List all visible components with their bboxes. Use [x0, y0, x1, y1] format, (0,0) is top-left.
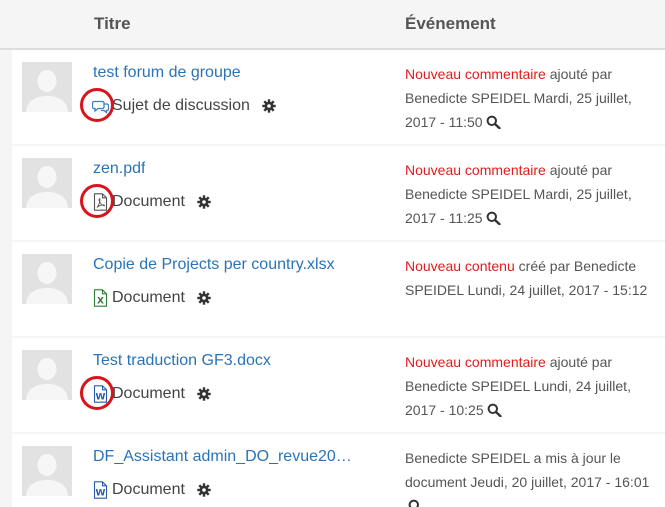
- table-row: zen.pdf Document Nouveau commentaire ajout…: [12, 146, 665, 240]
- word-file-icon: W: [92, 481, 109, 499]
- avatar[interactable]: [22, 158, 72, 208]
- gear-icon[interactable]: [262, 99, 276, 113]
- item-type: W Document: [92, 480, 211, 500]
- highlight-circle: [80, 88, 114, 122]
- event-description: Nouveau commentaire ajouté par Benedicte…: [405, 158, 660, 230]
- highlight-circle: [80, 376, 114, 410]
- table-row: Test traduction GF3.docx W Document Nouveau…: [12, 338, 665, 432]
- item-type-label: Document: [112, 289, 185, 306]
- avatar[interactable]: [22, 350, 72, 400]
- item-type: Sujet de discussion: [91, 96, 276, 116]
- avatar[interactable]: [22, 62, 72, 112]
- item-title-link[interactable]: Copie de Projects per country.xlsx: [93, 256, 335, 274]
- event-type: Nouveau contenu: [405, 258, 515, 274]
- activity-page: Titre Événement test forum de groupe Suje…: [0, 0, 665, 507]
- svg-text:W: W: [96, 489, 106, 499]
- gear-icon[interactable]: [197, 195, 211, 209]
- search-icon[interactable]: [408, 496, 423, 507]
- table-row: Copie de Projects per country.xlsx X Docum…: [12, 242, 665, 336]
- item-type-label: Document: [112, 385, 185, 402]
- item-title-link[interactable]: zen.pdf: [93, 160, 145, 178]
- excel-file-icon: X: [92, 289, 109, 307]
- avatar[interactable]: [22, 446, 72, 496]
- event-description: Nouveau commentaire ajouté par Benedicte…: [405, 350, 660, 422]
- item-type-label: Document: [112, 193, 185, 210]
- item-type-label: Sujet de discussion: [112, 97, 250, 114]
- gear-icon[interactable]: [197, 483, 211, 497]
- event-type: Nouveau commentaire: [405, 162, 546, 178]
- item-title-link[interactable]: DF_Assistant admin_DO_revue20…: [93, 448, 352, 466]
- table-row: DF_Assistant admin_DO_revue20… W Document B…: [12, 434, 665, 507]
- search-icon[interactable]: [487, 400, 502, 418]
- event-description: Benedicte SPEIDEL a mis à jour le docume…: [405, 446, 660, 507]
- event-description: Nouveau commentaire ajouté par Benedicte…: [405, 62, 660, 134]
- event-type: Nouveau commentaire: [405, 66, 546, 82]
- item-type: X Document: [92, 288, 211, 308]
- column-header-title[interactable]: Titre: [94, 14, 131, 34]
- item-title-link[interactable]: Test traduction GF3.docx: [93, 352, 271, 370]
- search-icon[interactable]: [486, 208, 501, 226]
- column-header-event[interactable]: Événement: [405, 14, 496, 34]
- event-description: Nouveau contenu créé par Benedicte SPEID…: [405, 254, 660, 302]
- table-header: Titre Événement: [0, 0, 665, 50]
- item-title-link[interactable]: test forum de groupe: [93, 64, 241, 82]
- event-text: Benedicte SPEIDEL a mis à jour le docume…: [405, 450, 650, 490]
- gear-icon[interactable]: [197, 387, 211, 401]
- avatar[interactable]: [22, 254, 72, 304]
- search-icon[interactable]: [486, 112, 501, 130]
- event-type: Nouveau commentaire: [405, 354, 546, 370]
- gear-icon[interactable]: [197, 291, 211, 305]
- svg-text:X: X: [97, 297, 104, 307]
- highlight-circle: [80, 184, 114, 218]
- table-row: test forum de groupe Sujet de discussion N…: [12, 50, 665, 144]
- item-type-label: Document: [112, 481, 185, 498]
